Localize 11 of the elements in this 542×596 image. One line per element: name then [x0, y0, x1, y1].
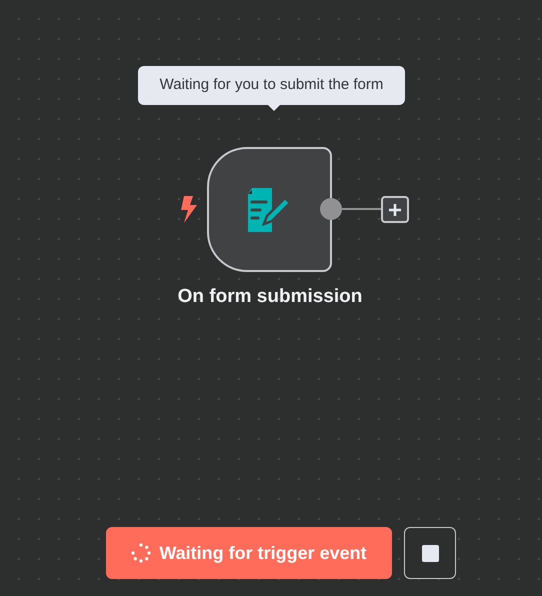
- spinner-icon: [131, 543, 152, 563]
- output-connector-drawing[interactable]: [319, 197, 381, 221]
- tooltip-pointer-icon: [267, 104, 281, 112]
- run-button[interactable]: Waiting for trigger event: [106, 527, 392, 579]
- tooltip: Waiting for you to submit the form: [138, 66, 405, 105]
- stop-button[interactable]: [404, 527, 456, 579]
- workflow-node[interactable]: [207, 147, 332, 272]
- node-label: On form submission: [176, 285, 364, 309]
- plus-icon: [389, 204, 401, 216]
- stop-icon: [422, 544, 438, 562]
- add-node-button[interactable]: [381, 196, 409, 223]
